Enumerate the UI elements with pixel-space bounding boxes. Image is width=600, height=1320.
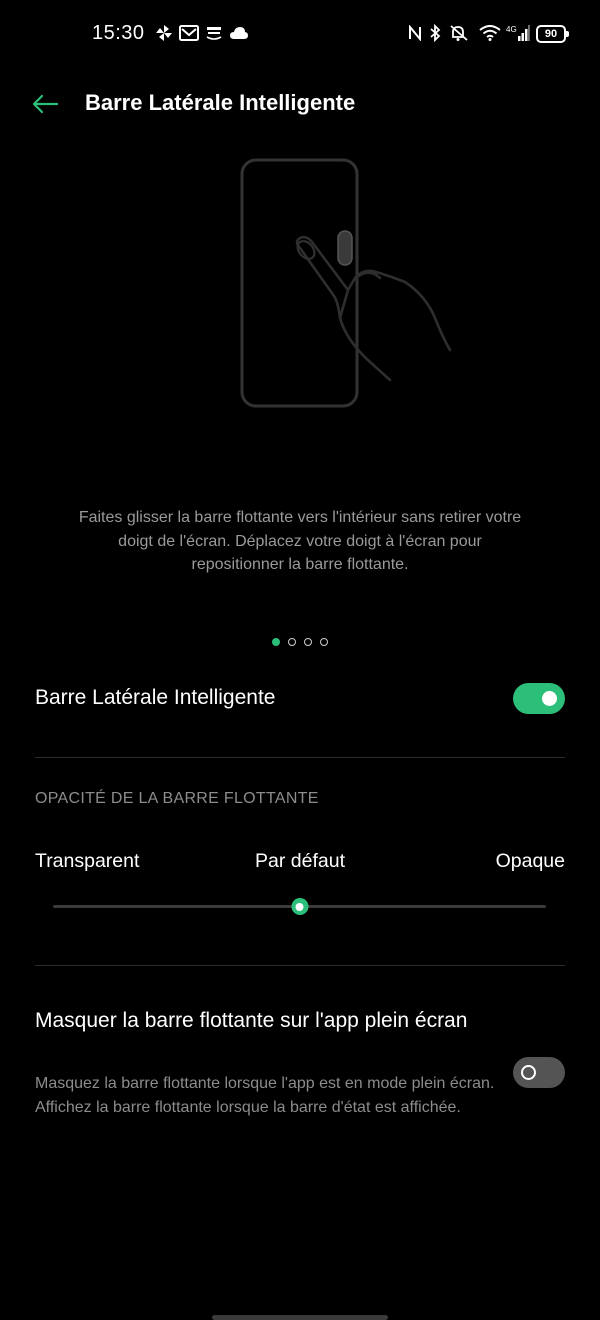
smart-sidebar-label: Barre Latérale Intelligente: [35, 686, 276, 709]
status-bar: 15:30 4G 90: [0, 0, 600, 68]
illustration-description: Faites glisser la barre flottante vers l…: [78, 509, 522, 573]
smart-sidebar-toggle[interactable]: [513, 683, 565, 714]
divider: [35, 965, 565, 966]
smart-sidebar-row[interactable]: Barre Latérale Intelligente: [35, 676, 565, 724]
header: Barre Latérale Intelligente: [0, 80, 600, 128]
page-dot-1[interactable]: [272, 638, 280, 646]
toggle-knob: [542, 691, 557, 706]
opacity-labels: Transparent Par défaut Opaque: [35, 850, 565, 876]
opacity-transparent-label: Transparent: [35, 850, 140, 872]
phone-gesture-illustration: [230, 150, 470, 420]
hide-fullscreen-description: Masquez la barre flottante lorsque l'app…: [35, 1075, 495, 1116]
opacity-slider-thumb[interactable]: [291, 898, 308, 915]
toggle-knob: [521, 1065, 536, 1080]
opacity-section-header: OPACITÉ DE LA BARRE FLOTTANTE: [35, 790, 319, 807]
status-time: 15:30: [92, 22, 145, 44]
opacity-opaque-label: Opaque: [495, 850, 565, 872]
bluetooth-icon: [428, 22, 442, 44]
network-type: 4G: [506, 25, 517, 34]
hide-fullscreen-title: Masquer la barre flottante sur l'app ple…: [35, 1009, 468, 1032]
back-button[interactable]: [26, 88, 64, 120]
cloud-icon: [229, 22, 249, 44]
home-indicator[interactable]: [212, 1315, 388, 1320]
hide-fullscreen-toggle[interactable]: [513, 1057, 565, 1088]
opacity-default-label: Par défaut: [255, 850, 345, 872]
page-dot-2[interactable]: [288, 638, 296, 646]
screen: 15:30 4G 90 Barre Latérale Intelligente …: [0, 0, 600, 1320]
back-arrow-icon: [32, 94, 59, 114]
page-indicator[interactable]: [0, 638, 600, 650]
page-title: Barre Latérale Intelligente: [85, 90, 356, 115]
mute-icon: [448, 22, 470, 44]
opacity-slider[interactable]: [53, 898, 546, 915]
wifi-icon: [479, 22, 501, 44]
divider: [35, 757, 565, 758]
signal-icon: 4G: [505, 22, 531, 44]
battery-indicator: 90: [536, 25, 569, 43]
pinwheel-icon: [154, 22, 174, 44]
amazon-icon: [205, 22, 223, 44]
nfc-icon: [407, 22, 423, 44]
page-dot-4[interactable]: [320, 638, 328, 646]
page-dot-3[interactable]: [304, 638, 312, 646]
gmail-icon: [178, 22, 200, 44]
